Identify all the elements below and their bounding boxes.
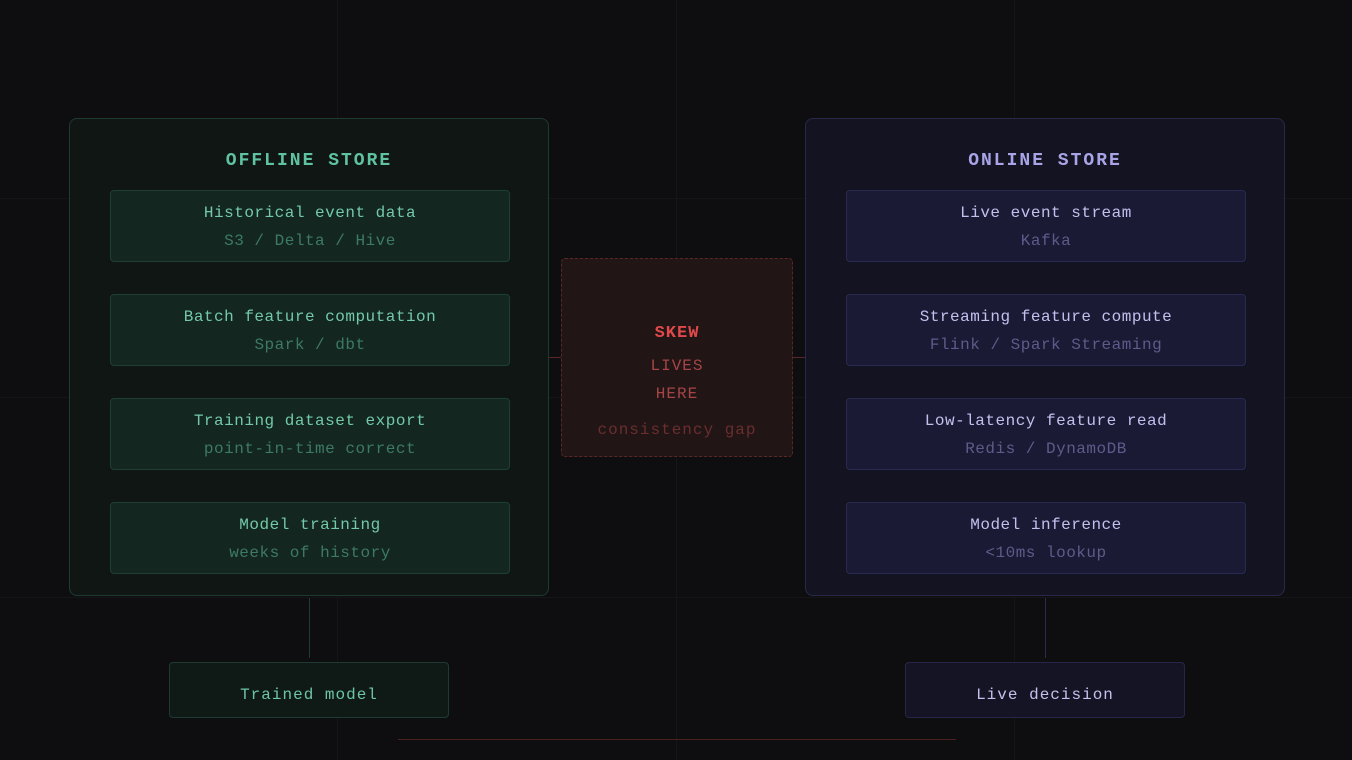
skew-note: consistency gap	[597, 421, 757, 439]
step-detail: Redis / DynamoDB	[965, 440, 1127, 458]
skew-title: SKEW	[654, 324, 700, 343]
step-name: Model training	[239, 516, 381, 534]
skew-line-2: HERE	[655, 385, 699, 403]
step-name: Live event stream	[960, 204, 1132, 222]
step-detail: Spark / dbt	[254, 336, 366, 354]
online-skew-connector	[793, 357, 805, 358]
online-store-panel: ONLINE STORE Live event stream Kafka Str…	[805, 118, 1285, 596]
step-detail: S3 / Delta / Hive	[224, 232, 396, 250]
offline-step-historical-data: Historical event data S3 / Delta / Hive	[110, 190, 510, 262]
trained-model-label: Trained model	[240, 686, 378, 704]
trained-model-box: Trained model	[169, 662, 449, 718]
offline-step-batch-compute: Batch feature computation Spark / dbt	[110, 294, 510, 366]
step-detail: point-in-time correct	[203, 440, 417, 458]
step-name: Historical event data	[203, 204, 417, 222]
offline-store-panel: OFFLINE STORE Historical event data S3 /…	[69, 118, 549, 596]
offline-step-training-export: Training dataset export point-in-time co…	[110, 398, 510, 470]
step-name: Batch feature computation	[183, 308, 437, 326]
live-decision-label: Live decision	[976, 686, 1114, 704]
step-name: Training dataset export	[193, 412, 427, 430]
step-detail: weeks of history	[229, 544, 391, 562]
step-name: Low-latency feature read	[924, 412, 1168, 430]
online-step-streaming-compute: Streaming feature compute Flink / Spark …	[846, 294, 1246, 366]
step-name: Streaming feature compute	[919, 308, 1173, 326]
step-detail: <10ms lookup	[985, 544, 1107, 562]
online-output-connector	[1045, 598, 1046, 658]
step-detail: Flink / Spark Streaming	[929, 336, 1163, 354]
step-name: Model inference	[970, 516, 1122, 534]
online-step-live-stream: Live event stream Kafka	[846, 190, 1246, 262]
online-store-title: ONLINE STORE	[968, 151, 1122, 171]
bottom-divider	[398, 739, 956, 740]
grid-line	[0, 597, 1352, 598]
skew-line-1: LIVES	[650, 357, 704, 375]
online-step-feature-read: Low-latency feature read Redis / DynamoD…	[846, 398, 1246, 470]
offline-output-connector	[309, 598, 310, 658]
live-decision-box: Live decision	[905, 662, 1185, 718]
offline-step-model-training: Model training weeks of history	[110, 502, 510, 574]
step-detail: Kafka	[1020, 232, 1072, 250]
online-step-model-inference: Model inference <10ms lookup	[846, 502, 1246, 574]
offline-store-title: OFFLINE STORE	[225, 151, 393, 171]
skew-box: SKEW LIVES HERE consistency gap	[561, 258, 793, 457]
